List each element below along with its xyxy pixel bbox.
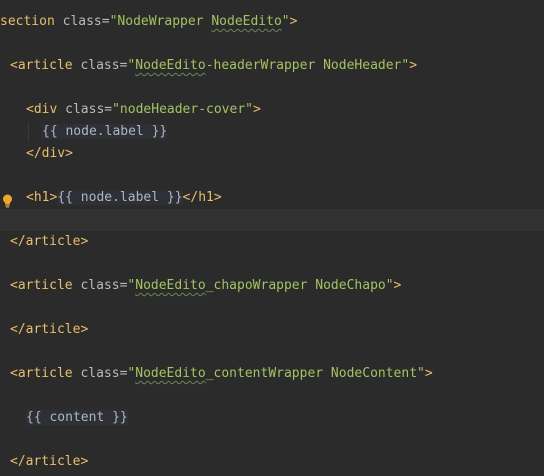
equals-sign: = — [104, 102, 113, 117]
attribute-value-end: _chapoWrapper NodeChapo" — [205, 278, 394, 293]
tag-close: > — [289, 14, 298, 29]
current-line-highlight[interactable] — [0, 209, 544, 231]
tag-name: <h1> — [26, 190, 58, 205]
tag-name: <div — [26, 102, 58, 117]
tag-close: > — [253, 102, 261, 117]
code-line[interactable]: <h1>{{ node.label }}</h1> — [0, 187, 544, 209]
code-line[interactable]: {{ node.label }} — [0, 121, 544, 143]
code-line[interactable]: </div> — [0, 143, 544, 165]
tag-close: > — [424, 366, 433, 381]
attribute-value: "nodeHeader-cover" — [112, 102, 253, 117]
equals-sign: = — [101, 14, 110, 29]
template-expression: {{ node.label }} — [42, 124, 168, 139]
code-line[interactable]: <div class="nodeHeader-cover"> — [0, 99, 544, 121]
attribute-name: class — [80, 366, 120, 381]
code-line[interactable]: </article> — [0, 319, 544, 341]
code-line[interactable]: section class="NodeWrapper NodeEdito"> — [0, 11, 544, 33]
attribute-name: class — [80, 278, 120, 293]
code-line[interactable]: <article class="NodeEdito_contentWrapper… — [0, 363, 544, 385]
code-line[interactable]: {{ content }} — [0, 407, 544, 429]
tag-name: </article> — [10, 234, 89, 249]
tag-name: section — [0, 14, 55, 29]
typo-highlight[interactable]: NodeEdito — [135, 366, 205, 381]
attribute-value: "NodeWrapper — [109, 14, 212, 29]
tag-close: </h1> — [182, 190, 222, 205]
code-line[interactable]: </article> — [0, 231, 544, 253]
typo-highlight[interactable]: NodeEdito — [135, 58, 205, 73]
lightbulb-icon[interactable] — [2, 194, 13, 208]
typo-highlight[interactable]: NodeEdito — [135, 278, 205, 293]
attribute-value-end: -headerWrapper NodeHeader" — [205, 58, 410, 73]
attribute-value-end: _contentWrapper NodeContent" — [205, 366, 425, 381]
tag-name: </article> — [10, 454, 89, 469]
tag-name: </article> — [10, 322, 89, 337]
tag-name: <article — [10, 278, 73, 293]
attribute-name: class — [80, 58, 120, 73]
tag-name: <article — [10, 58, 73, 73]
tag-name: </div> — [26, 146, 73, 161]
attribute-value-end: " — [281, 14, 290, 29]
template-expression: {{ node.label }} — [57, 190, 183, 205]
attribute-name: class — [62, 14, 102, 29]
template-expression: {{ content }} — [26, 410, 128, 425]
code-line[interactable]: <article class="NodeEdito-headerWrapper … — [0, 55, 544, 77]
attribute-name: class — [65, 102, 105, 117]
tag-close: > — [409, 58, 418, 73]
tag-name: <article — [10, 366, 73, 381]
code-editor[interactable]: section class="NodeWrapper NodeEdito"> <… — [0, 0, 544, 476]
typo-highlight[interactable]: NodeEdito — [211, 14, 281, 29]
code-line[interactable]: </article> — [0, 451, 544, 473]
code-line[interactable]: <article class="NodeEdito_chapoWrapper N… — [0, 275, 544, 297]
tag-close: > — [393, 278, 402, 293]
